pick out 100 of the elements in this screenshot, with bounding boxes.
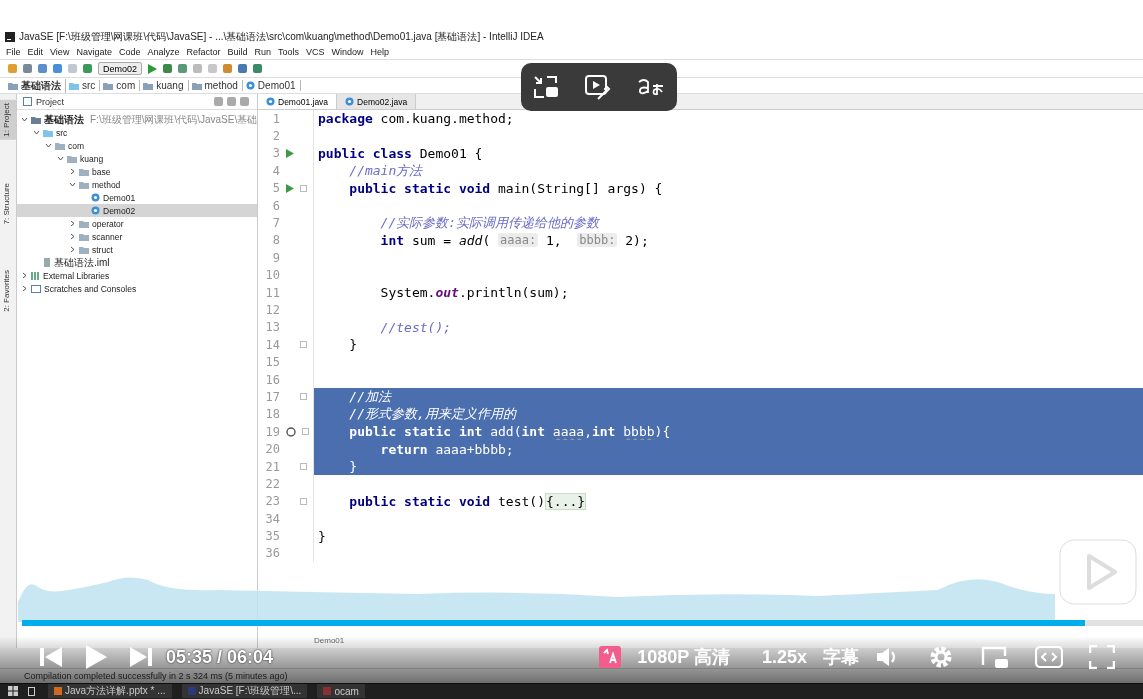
breadcrumb-item[interactable]: method xyxy=(204,80,238,91)
chevron-down-icon[interactable] xyxy=(57,155,64,162)
side-tab[interactable]: 1: Project xyxy=(0,100,16,140)
tree-item[interactable]: 基础语法.iml xyxy=(17,256,257,269)
menu-item[interactable]: Code xyxy=(118,47,141,57)
taskbar-item[interactable]: ocam xyxy=(317,684,365,698)
menu-item[interactable]: Refactor xyxy=(186,47,221,57)
chevron-down-icon[interactable] xyxy=(21,116,28,123)
folder-icon xyxy=(103,81,114,90)
menu-item[interactable]: VCS xyxy=(306,47,325,57)
code-line: //main方法 xyxy=(348,162,424,180)
line-number: 19 xyxy=(264,424,280,439)
menu-item[interactable]: Analyze xyxy=(147,47,180,57)
breadcrumb-item[interactable]: 基础语法 xyxy=(21,78,61,93)
tree-item[interactable]: scanner xyxy=(17,230,257,243)
tree-item[interactable]: 基础语法 F:\班级管理\网课班\代码\JavaSE\基础 xyxy=(17,113,257,126)
tree-item[interactable]: base xyxy=(17,165,257,178)
scratch-icon xyxy=(31,284,41,293)
run-icon[interactable] xyxy=(148,63,158,74)
tree-item[interactable]: Demo02 xyxy=(17,204,257,217)
side-tab[interactable]: 2: Favorites xyxy=(0,267,16,315)
code-line: //test(); xyxy=(379,318,453,337)
breadcrumb-item[interactable]: com xyxy=(116,80,136,91)
menu-item[interactable]: Run xyxy=(254,47,271,57)
menu-item[interactable]: Navigate xyxy=(76,47,112,57)
menu-item[interactable]: View xyxy=(50,47,70,57)
line-number: 5 xyxy=(271,181,280,196)
line-number: 22 xyxy=(264,476,280,491)
chevron-right-icon[interactable] xyxy=(21,272,28,279)
tree-item[interactable]: Scratches and Consoles xyxy=(17,282,257,295)
line-number: 7 xyxy=(271,216,280,231)
chevron-down-icon[interactable] xyxy=(69,181,76,188)
run-icon[interactable] xyxy=(286,183,294,193)
code-line: package com.kuang.method; xyxy=(317,110,515,128)
chevron-right-icon[interactable] xyxy=(69,233,76,240)
fold-icon[interactable] xyxy=(300,497,307,505)
code-line: //实际参数:实际调用传递给他的参数 xyxy=(379,214,601,232)
fold-icon[interactable] xyxy=(300,463,307,470)
translate-icon[interactable] xyxy=(636,76,665,98)
pip-icon[interactable] xyxy=(981,645,1009,669)
line-number: 14 xyxy=(264,337,280,352)
breadcrumb-item[interactable]: src xyxy=(82,80,96,91)
tree-item[interactable]: kuang xyxy=(17,152,257,165)
line-number: 23 xyxy=(264,494,280,509)
chevron-down-icon[interactable] xyxy=(45,142,52,149)
magic-play-icon[interactable] xyxy=(584,74,612,100)
fold-icon[interactable] xyxy=(300,184,307,192)
tree-item[interactable]: method xyxy=(17,178,257,191)
fold-icon[interactable] xyxy=(300,393,307,401)
menu-item[interactable]: Help xyxy=(370,47,390,57)
next-icon[interactable] xyxy=(130,647,152,667)
taskbar-item[interactable]: Java方法详解.pptx * ... xyxy=(48,684,172,698)
chevron-right-icon[interactable] xyxy=(21,285,28,292)
class-icon xyxy=(345,97,355,106)
exit-fullscreen-icon[interactable] xyxy=(533,75,560,99)
line-number: 34 xyxy=(264,511,280,526)
previous-icon[interactable] xyxy=(40,647,62,667)
fullscreen-icon[interactable] xyxy=(1089,645,1115,669)
editor-tab[interactable]: Demo01.java xyxy=(258,94,338,109)
task-view-icon[interactable] xyxy=(28,686,38,696)
line-number: 8 xyxy=(271,233,280,248)
fold-icon[interactable] xyxy=(302,428,309,436)
chevron-right-icon[interactable] xyxy=(69,220,76,227)
override-icon[interactable] xyxy=(286,426,296,437)
tree-item[interactable]: struct xyxy=(17,243,257,256)
chevron-right-icon[interactable] xyxy=(69,168,76,175)
folder-icon xyxy=(143,81,154,90)
ai-translate-icon[interactable] xyxy=(599,646,622,668)
breadcrumb-item[interactable]: kuang xyxy=(156,80,184,91)
line-number: 21 xyxy=(264,459,280,474)
project-icon xyxy=(23,97,32,106)
editor-breadcrumb[interactable]: Demo01 xyxy=(314,635,345,645)
folder-icon xyxy=(69,81,79,90)
windows-icon[interactable] xyxy=(8,686,18,696)
menu-item[interactable]: Window xyxy=(331,47,364,57)
tree-item[interactable]: operator xyxy=(17,217,257,230)
line-number: 1 xyxy=(271,111,280,126)
side-tab[interactable]: 7: Structure xyxy=(0,179,16,228)
chevron-right-icon[interactable] xyxy=(69,246,76,253)
tree-item[interactable]: src xyxy=(17,126,257,139)
breadcrumb-item[interactable]: Demo01 xyxy=(257,80,296,91)
fold-icon[interactable] xyxy=(300,341,307,349)
menu-item[interactable]: Edit xyxy=(27,47,44,57)
panel-title[interactable]: Project xyxy=(36,96,64,107)
tree-item[interactable]: Demo01 xyxy=(17,191,257,204)
menu-item[interactable]: File xyxy=(6,47,21,57)
tree-item[interactable]: com xyxy=(17,139,257,152)
tree-item[interactable]: External Libraries xyxy=(17,269,257,282)
play-icon[interactable] xyxy=(84,644,108,670)
widescreen-icon[interactable] xyxy=(1035,646,1063,668)
run-config-dropdown[interactable]: Demo02 xyxy=(98,62,143,75)
menu-item[interactable]: Build xyxy=(227,47,248,57)
class-icon xyxy=(266,97,275,106)
run-icon[interactable] xyxy=(286,148,294,158)
folded-code[interactable]: {...} xyxy=(545,492,587,510)
menu-item[interactable]: Tools xyxy=(278,47,300,57)
taskbar-item[interactable]: JavaSE [F:\班级管理\... xyxy=(181,684,308,698)
code-line: public static void test(){...} xyxy=(348,492,588,510)
editor-tab[interactable]: Demo02.java xyxy=(337,94,417,109)
chevron-down-icon[interactable] xyxy=(33,129,40,136)
